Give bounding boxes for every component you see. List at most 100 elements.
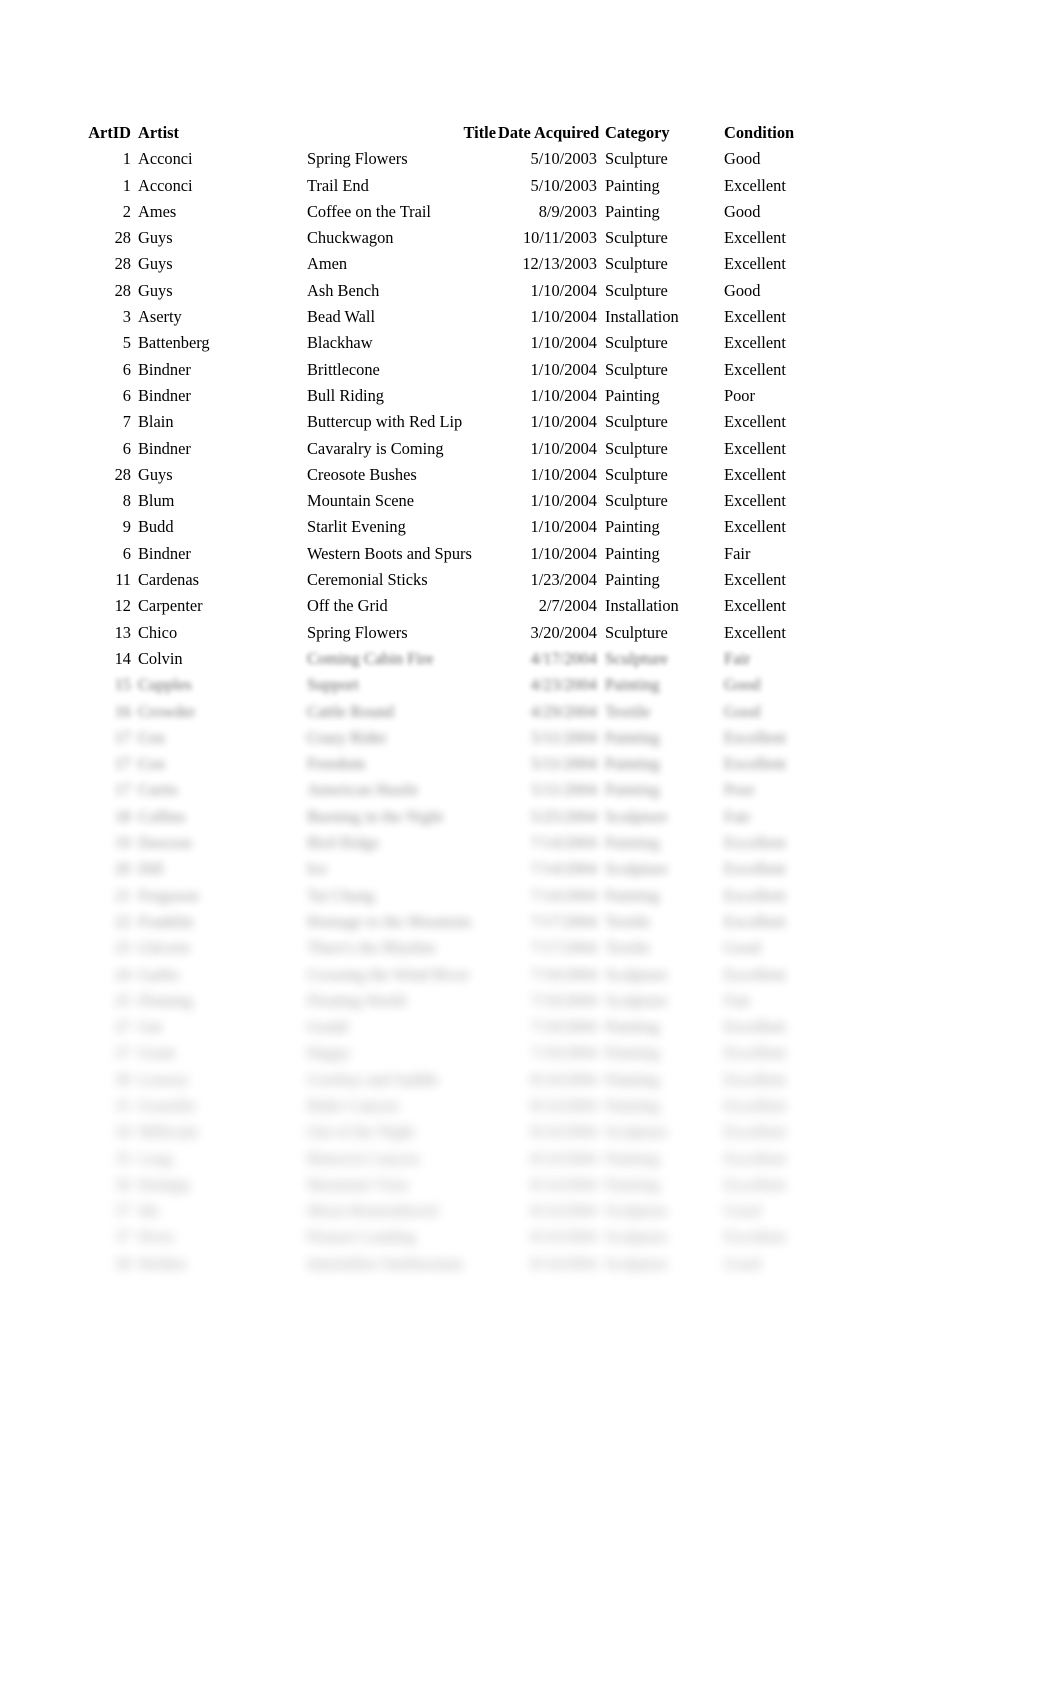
cell-artist: Guys [138, 254, 173, 274]
cell-artid: 18 [114, 806, 131, 826]
table-row: 9 Budd Starlit Evening 1/10/2004 Painting Exc… [88, 514, 800, 540]
cell-category: Sculpture [605, 228, 668, 248]
cell-date: 1/10/2004 [530, 333, 597, 353]
cell-date: 8/14/2004 [530, 1069, 597, 1089]
cell-date: 1/10/2004 [530, 307, 597, 327]
cell-title: Cavaralry is Coming [307, 438, 444, 458]
cell-artid: 6 [122, 359, 131, 379]
cell-artid: 36 [114, 1174, 131, 1194]
cell-category: Sculpture [605, 964, 668, 984]
cell-title: Coming Cabin Fire [307, 648, 434, 668]
cell-category: Painting [605, 1069, 660, 1089]
cell-title: Trail End [307, 175, 369, 195]
cell-title: Crazy Rider [307, 727, 387, 747]
cell-artid: 17 [114, 754, 131, 774]
cell-category: Painting [605, 727, 660, 747]
cell-artid: 14 [114, 648, 131, 668]
table-row: 15 Cupples Support 4/23/2004 Painting Good [88, 672, 800, 698]
table-row: 30 Lowery Cowboy and Saddle 8/14/2004 Painti… [88, 1067, 800, 1093]
table-row: 37 Ide Moon Remembered 8/14/2004 Sculpture Go… [88, 1198, 800, 1224]
table-row: 22 Franklin Homage to the Mountain 7/17/200… [88, 909, 800, 935]
cell-artid: 28 [114, 254, 131, 274]
cell-artid: 22 [114, 911, 131, 931]
cell-condition: Good [724, 201, 761, 221]
cell-artist: Ide [138, 1201, 159, 1221]
table-row: 36 Hodapp Mountain Vista 8/14/2004 Painting E… [88, 1172, 800, 1198]
cell-category: Painting [605, 201, 660, 221]
cell-artist: Guys [138, 280, 173, 300]
table-row: 6 Bindner Cavaralry is Coming 1/10/2004 Scul… [88, 436, 800, 462]
cell-date: 12/13/2003 [522, 254, 597, 274]
cell-artist: Crowder [138, 701, 196, 721]
table-row: 37 Perez Pioneer Landing 8/14/2004 Sculpture… [88, 1224, 800, 1250]
cell-date: 7/14/2004 [530, 885, 597, 905]
table-row: 17 Cox Freedom 5/11/2004 Painting Excellent [88, 751, 800, 777]
column-header-category: Category [605, 123, 670, 142]
cell-artist: Ferguson [138, 885, 199, 905]
cell-category: Sculpture [605, 280, 668, 300]
cell-category: Painting [605, 517, 660, 537]
table-row: 7 Blain Buttercup with Red Lip 1/10/2004 Scu… [88, 409, 800, 435]
cell-category: Painting [605, 1095, 660, 1115]
cell-artid: 6 [122, 543, 131, 563]
table-row: 1 Acconci Trail End 5/10/2003 Painting Excell… [88, 173, 800, 199]
table-row: 11 Cardenas Ceremonial Sticks 1/23/2004 Pain… [88, 567, 800, 593]
cell-date: 7/19/2004 [530, 1043, 597, 1063]
cell-artist: Franklin [138, 911, 194, 931]
cell-title: Creosote Bushes [307, 464, 417, 484]
cell-category: Painting [605, 385, 660, 405]
cell-date: 1/10/2004 [530, 412, 597, 432]
cell-category: Painting [605, 885, 660, 905]
cell-title: Spring Flowers [307, 149, 408, 169]
cell-condition: Good [724, 1201, 761, 1221]
cell-artist: Battenberg [138, 333, 210, 353]
cell-artid: 7 [122, 412, 131, 432]
cell-date: 1/10/2004 [530, 491, 597, 511]
cell-condition: Excellent [724, 307, 786, 327]
cell-artist: Blain [138, 412, 174, 432]
cell-artist: Ames [138, 201, 177, 221]
table-row: 6 Bindner Bull Riding 1/10/2004 Painting Poor [88, 383, 800, 409]
cell-condition: Excellent [724, 517, 786, 537]
cell-artid: 24 [114, 964, 131, 984]
cell-category: Installation [605, 307, 679, 327]
cell-condition: Excellent [724, 438, 786, 458]
cell-category: Painting [605, 1043, 660, 1063]
cell-condition: Excellent [724, 228, 786, 248]
table-row: 13 Chico Spring Flowers 3/20/2004 Sculpture E… [88, 620, 800, 646]
cell-artist: Bindner [138, 359, 191, 379]
cell-condition: Good [724, 149, 761, 169]
cell-category: Sculpture [605, 1122, 668, 1142]
cell-category: Painting [605, 543, 660, 563]
cell-date: 8/14/2004 [530, 1122, 597, 1142]
table-row: 14 Colvin Coming Cabin Fire 4/17/2004 Sculpt… [88, 646, 800, 672]
table-row: 19 Dawson Bird Ridge 7/14/2004 Painting Excel… [88, 830, 800, 856]
cell-condition: Excellent [724, 464, 786, 484]
cell-artist: Dawson [138, 833, 192, 853]
cell-artid: 20 [114, 859, 131, 879]
cell-title: Pioneer Landing [307, 1227, 416, 1247]
cell-category: Painting [605, 175, 660, 195]
cell-category: Sculpture [605, 333, 668, 353]
column-header-date-acquired: Date Acquired [498, 123, 600, 142]
cell-artid: 2 [122, 201, 131, 221]
cell-category: Sculpture [605, 359, 668, 379]
cell-artist: Cupples [138, 675, 192, 695]
cell-artist: Hodapp [138, 1174, 190, 1194]
cell-artist: Cardenas [138, 570, 199, 590]
cell-category: Sculpture [605, 859, 668, 879]
cell-artid: 37 [114, 1227, 131, 1247]
cell-category: Sculpture [605, 1227, 668, 1247]
column-header-artid: ArtID [88, 123, 131, 142]
table-row: 38 Holden Innisfallen Smithsonian 8/14/2004… [88, 1251, 800, 1277]
cell-date: 10/11/2003 [522, 228, 597, 248]
cell-date: 7/17/2004 [530, 911, 597, 931]
cell-date: 1/10/2004 [530, 438, 597, 458]
cell-date: 4/23/2004 [530, 675, 597, 695]
cell-date: 7/14/2004 [530, 833, 597, 853]
cell-artist: Acconci [138, 149, 193, 169]
cell-condition: Excellent [724, 727, 786, 747]
cell-category: Sculpture [605, 491, 668, 511]
cell-category: Textile [605, 938, 651, 958]
cell-artist: Bindner [138, 438, 191, 458]
